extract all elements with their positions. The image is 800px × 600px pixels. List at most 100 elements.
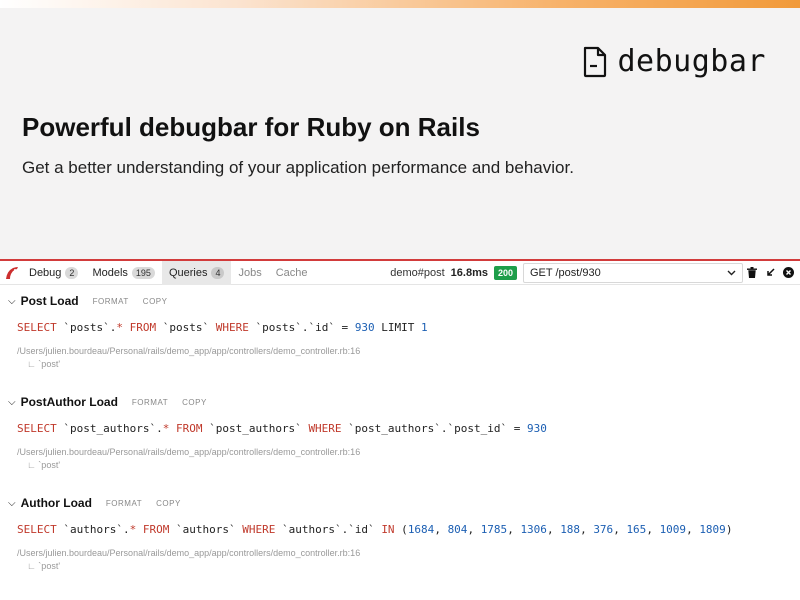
trash-icon[interactable] [743, 261, 761, 285]
source-path: /Users/julien.bourdeau/Personal/rails/de… [17, 548, 360, 558]
queries-list: ⌵ Post Load FORMAT COPY SELECT `posts`.*… [0, 286, 800, 600]
rails-logo-icon[interactable] [2, 261, 22, 285]
tab-queries[interactable]: Queries 4 [162, 261, 232, 285]
sql-text [136, 523, 143, 536]
brand-name: debugbar [618, 44, 767, 79]
sql-number: 1785 [481, 523, 508, 536]
sql-text: `post_authors`.`post_id` = [342, 422, 527, 435]
sql-keyword: WHERE [242, 523, 275, 536]
tab-label: Queries [169, 267, 208, 279]
sql-number: 376 [593, 523, 613, 536]
chevron-down-icon[interactable]: ⌵ [8, 498, 16, 509]
query-title: PostAuthor Load [21, 395, 118, 409]
count-badge: 2 [65, 267, 78, 279]
sql-text: , [686, 523, 699, 536]
sql-keyword: WHERE [216, 321, 249, 334]
query-header[interactable]: ⌵ Author Load FORMAT COPY [8, 496, 181, 510]
sql-text [169, 422, 176, 435]
sql-number: 1306 [520, 523, 547, 536]
hero-section: debugbar Powerful debugbar for Ruby on R… [0, 8, 800, 259]
sql-number: 930 [527, 422, 547, 435]
close-icon[interactable] [779, 261, 797, 285]
sql-keyword: * [116, 321, 123, 334]
copy-button[interactable]: COPY [182, 398, 207, 407]
chevron-down-icon[interactable]: ⌵ [8, 397, 16, 408]
query-title: Post Load [21, 294, 79, 308]
request-duration: 16.8ms [451, 267, 488, 279]
sql-text: , [547, 523, 560, 536]
sql-keyword: FROM [130, 321, 157, 334]
sql-keyword: WHERE [308, 422, 341, 435]
sql-text: `authors` [169, 523, 242, 536]
sql-keyword: SELECT [17, 523, 57, 536]
sql-number: 804 [448, 523, 468, 536]
format-button[interactable]: FORMAT [93, 297, 129, 306]
sql-text: , [434, 523, 447, 536]
caller-method: ∟ `post' [27, 561, 60, 571]
sql-text: ( [395, 523, 408, 536]
sql-number: 1 [421, 321, 428, 334]
sql-text: , [507, 523, 520, 536]
sql-text: `post_authors`. [57, 422, 163, 435]
sql-text: , [613, 523, 626, 536]
count-badge: 195 [132, 267, 155, 279]
debugbar-panel: Debug 2 Models 195 Queries 4 Jobs Cache … [0, 259, 800, 600]
sql-text: `authors`.`id` [275, 523, 381, 536]
sql-keyword: SELECT [17, 422, 57, 435]
tab-models[interactable]: Models 195 [85, 261, 162, 285]
sql-keyword: FROM [143, 523, 170, 536]
sql-text: , [467, 523, 480, 536]
route-name: demo#post [390, 267, 444, 279]
tab-label: Jobs [238, 267, 261, 279]
tab-cache[interactable]: Cache [269, 261, 315, 285]
page-subtitle: Get a better understanding of your appli… [22, 158, 574, 178]
sql-text: `posts`.`id` = [249, 321, 355, 334]
tab-label: Cache [276, 267, 308, 279]
collapse-arrow-icon[interactable] [761, 261, 779, 285]
sql-statement: SELECT `posts`.* FROM `posts` WHERE `pos… [17, 321, 428, 334]
sql-statement: SELECT `authors`.* FROM `authors` WHERE … [17, 523, 732, 536]
sql-number: 1809 [699, 523, 726, 536]
query-item: ⌵ PostAuthor Load FORMAT COPY SELECT `po… [0, 387, 800, 488]
sql-text: `posts` [156, 321, 216, 334]
query-item: ⌵ Author Load FORMAT COPY SELECT `author… [0, 488, 800, 589]
document-icon [582, 46, 608, 78]
source-path: /Users/julien.bourdeau/Personal/rails/de… [17, 346, 360, 356]
sql-text: `post_authors` [202, 422, 308, 435]
sql-number: 1684 [408, 523, 435, 536]
sql-text: `posts`. [57, 321, 117, 334]
copy-button[interactable]: COPY [143, 297, 168, 306]
sql-number: 1009 [660, 523, 687, 536]
request-select-value: GET /post/930 [530, 267, 601, 279]
top-accent-bar [0, 0, 800, 8]
sql-text: `authors`. [57, 523, 130, 536]
caller-method: ∟ `post' [27, 460, 60, 470]
status-badge: 200 [494, 266, 517, 280]
page-title: Powerful debugbar for Ruby on Rails [22, 112, 480, 143]
query-item: ⌵ Post Load FORMAT COPY SELECT `posts`.*… [0, 286, 800, 387]
format-button[interactable]: FORMAT [106, 499, 142, 508]
sql-keyword: IN [381, 523, 394, 536]
sql-text: LIMIT [375, 321, 421, 334]
query-header[interactable]: ⌵ Post Load FORMAT COPY [8, 294, 167, 308]
caller-method: ∟ `post' [27, 359, 60, 369]
sql-number: 188 [560, 523, 580, 536]
tab-jobs[interactable]: Jobs [231, 261, 268, 285]
sql-text: , [580, 523, 593, 536]
tab-label: Models [92, 267, 127, 279]
brand-logo: debugbar [582, 44, 767, 79]
sql-text: ) [726, 523, 733, 536]
sql-text [123, 321, 130, 334]
count-badge: 4 [211, 267, 224, 279]
query-title: Author Load [21, 496, 92, 510]
debugbar-toolbar: Debug 2 Models 195 Queries 4 Jobs Cache … [0, 261, 800, 285]
copy-button[interactable]: COPY [156, 499, 181, 508]
sql-number: 930 [355, 321, 375, 334]
source-path: /Users/julien.bourdeau/Personal/rails/de… [17, 447, 360, 457]
query-header[interactable]: ⌵ PostAuthor Load FORMAT COPY [8, 395, 207, 409]
chevron-down-icon[interactable]: ⌵ [8, 296, 16, 307]
request-select[interactable]: GET /post/930 [523, 263, 743, 283]
chevron-down-icon [727, 270, 736, 276]
format-button[interactable]: FORMAT [132, 398, 168, 407]
tab-debug[interactable]: Debug 2 [22, 261, 85, 285]
